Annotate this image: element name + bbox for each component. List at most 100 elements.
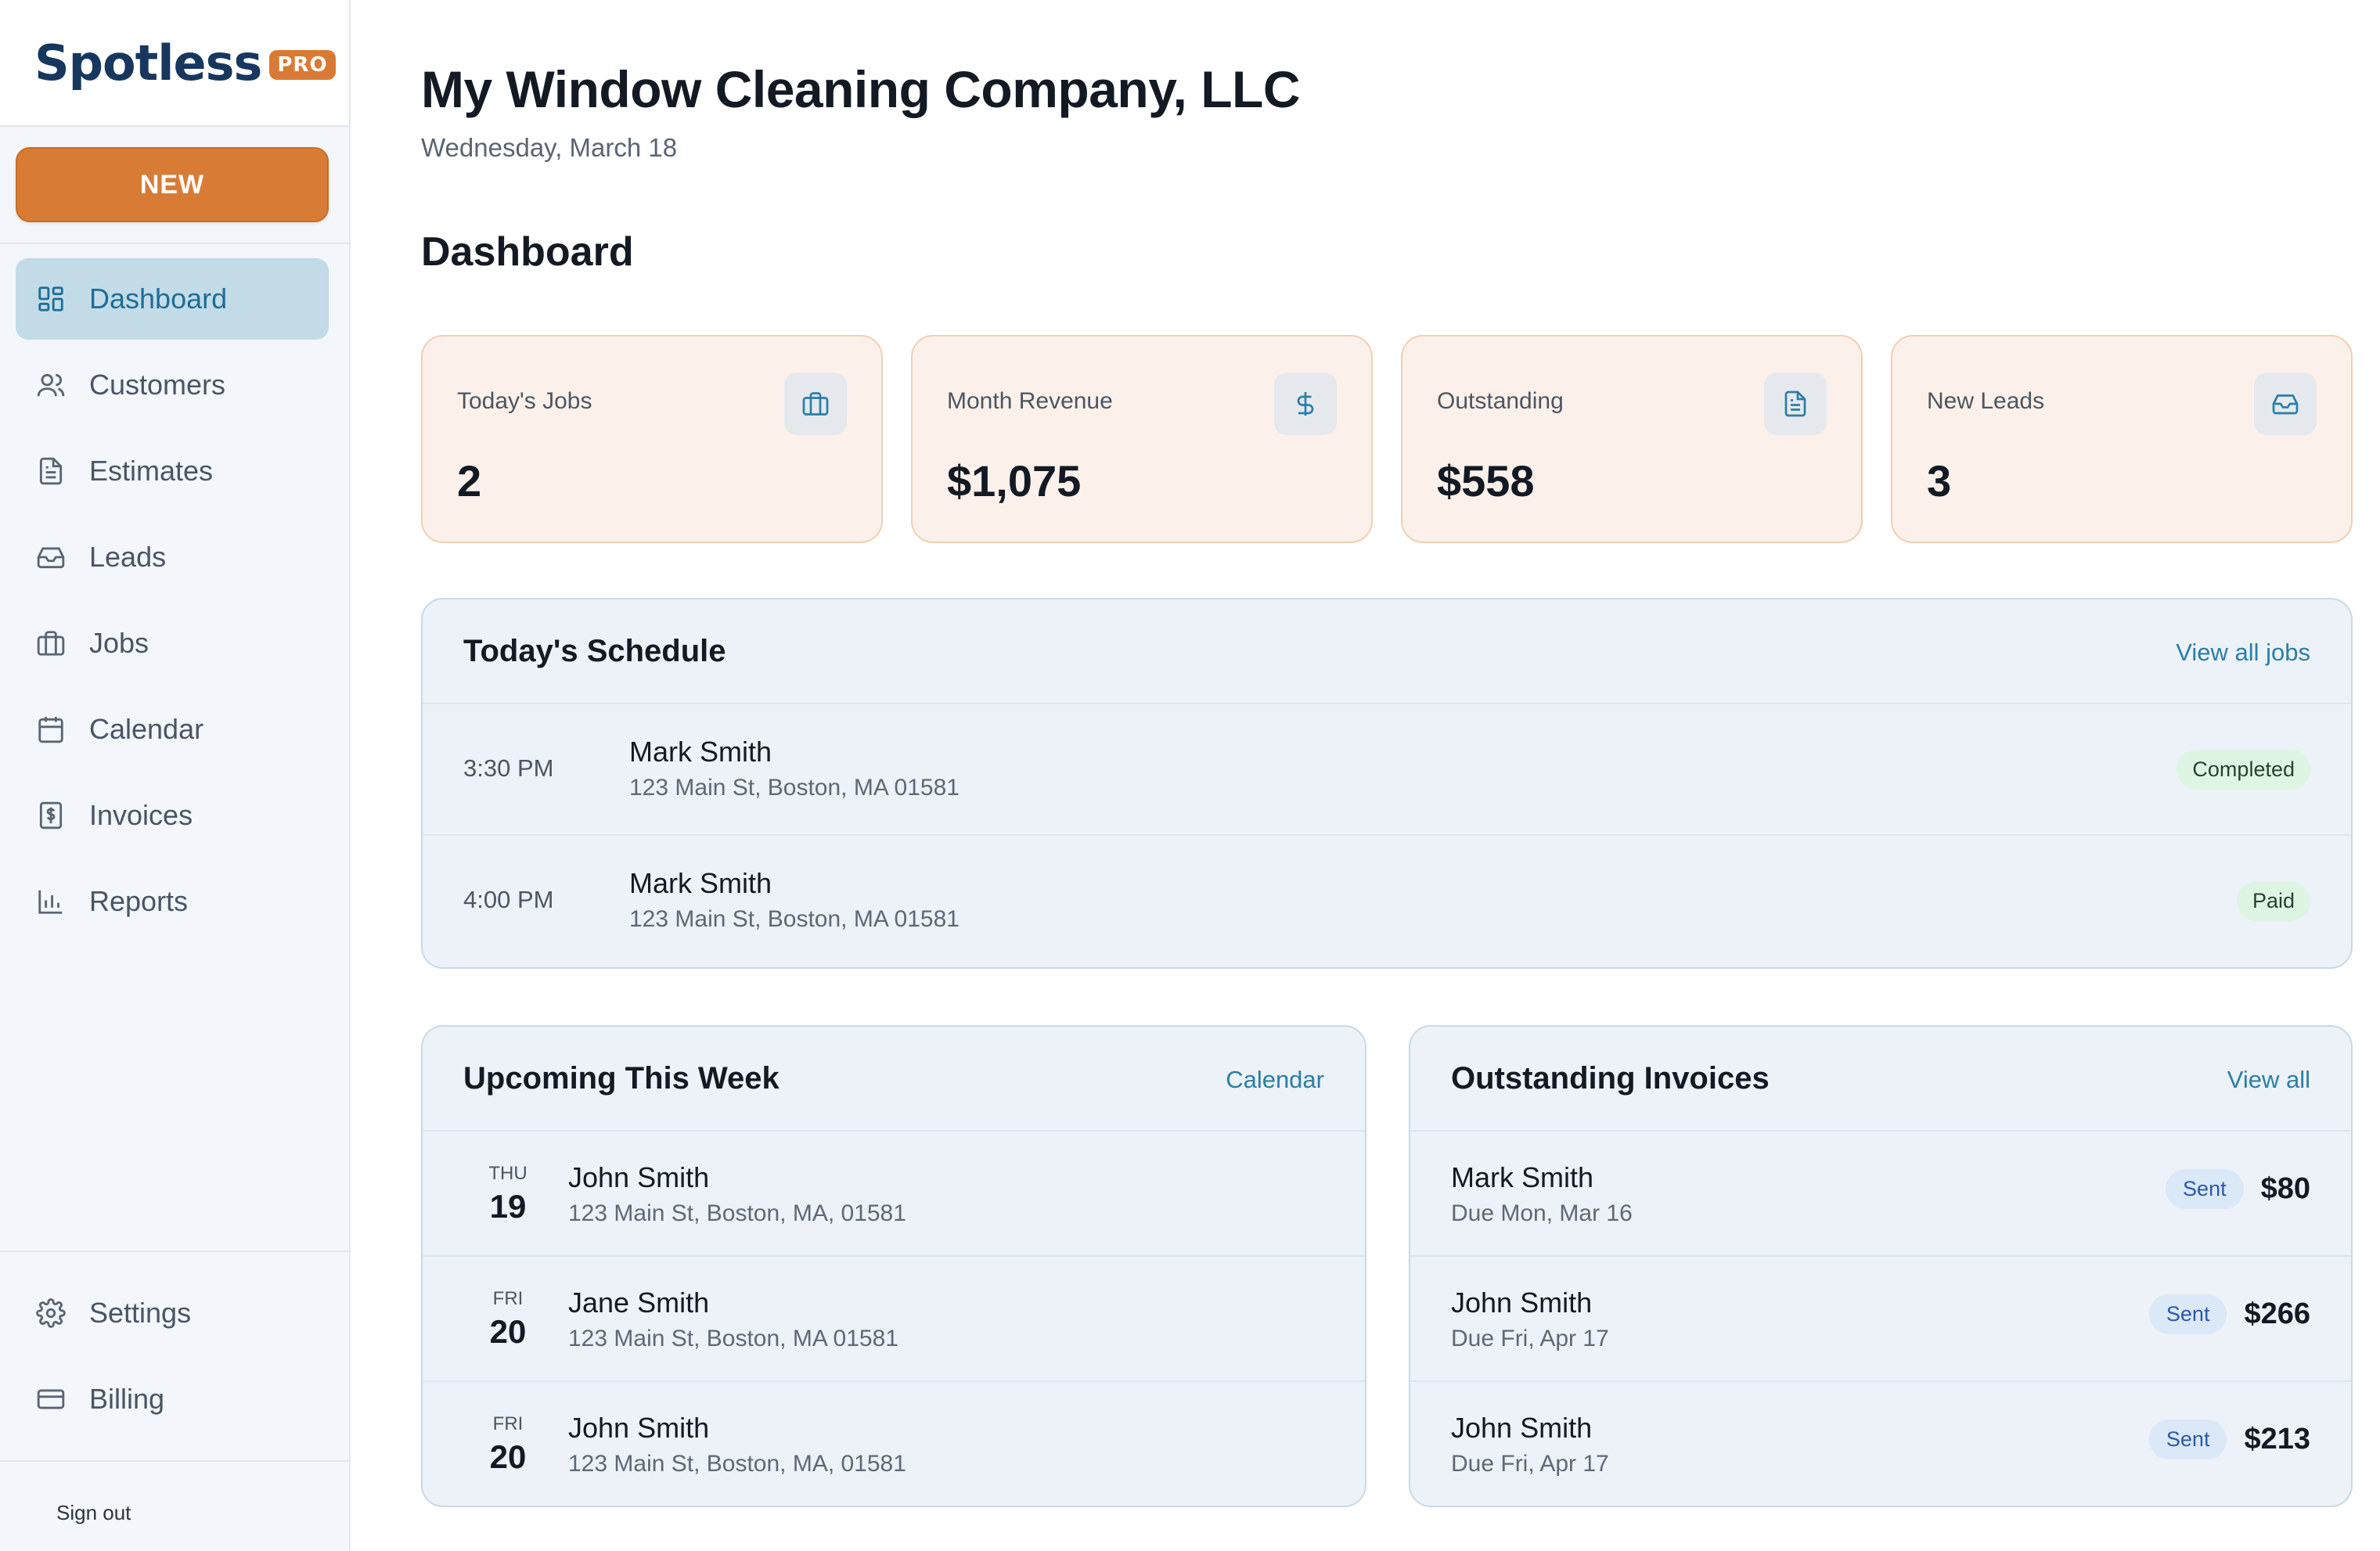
invoice-amount: $266 [2244, 1297, 2310, 1330]
customer-address: 123 Main St, Boston, MA, 01581 [568, 1200, 906, 1226]
sidebar-item-dashboard[interactable]: Dashboard [16, 258, 329, 340]
users-icon [36, 370, 66, 400]
sidebar-item-calendar[interactable]: Calendar [16, 689, 329, 770]
sidebar-item-label: Invoices [89, 799, 193, 831]
view-all-jobs-link[interactable]: View all jobs [2176, 639, 2310, 667]
gear-icon [36, 1298, 66, 1328]
sidebar-item-estimates[interactable]: Estimates [16, 430, 329, 512]
day-of-week: FRI [492, 1413, 524, 1434]
sidebar-item-label: Customers [89, 369, 226, 401]
pro-badge: PRO [269, 50, 336, 80]
invoice-summary: Sent $80 [2166, 1169, 2310, 1209]
logo[interactable]: Spotless PRO [0, 0, 349, 127]
current-date: Wednesday, March 18 [421, 133, 678, 162]
schedule-row[interactable]: 3:30 PM Mark Smith 123 Main St, Boston, … [423, 704, 2351, 836]
new-button[interactable]: NEW [16, 147, 329, 222]
stat-label: New Leads [1927, 388, 2045, 414]
bar-chart-icon [36, 887, 66, 916]
status-badge: Sent [2148, 1294, 2227, 1334]
outstanding-invoices-panel: Outstanding Invoices View all Mark Smith… [1409, 1025, 2353, 1507]
status-badge: Sent [2166, 1169, 2244, 1209]
briefcase-icon [36, 628, 66, 658]
sidebar-item-settings[interactable]: Settings [16, 1272, 335, 1354]
stat-label: Today's Jobs [457, 388, 592, 414]
day-number: 19 [489, 1188, 527, 1225]
calendar-icon [36, 714, 66, 744]
new-button-area: NEW [0, 127, 349, 244]
stat-card-month-revenue[interactable]: Month Revenue $1,075 [911, 335, 1373, 543]
todays-schedule-panel: Today's Schedule View all jobs 3:30 PM M… [421, 598, 2353, 969]
sidebar-item-billing[interactable]: Billing [16, 1358, 335, 1440]
stat-value: 2 [457, 456, 482, 506]
upcoming-row[interactable]: FRI 20 Jane Smith 123 Main St, Boston, M… [423, 1257, 1365, 1382]
due-date: Due Fri, Apr 17 [1451, 1451, 1609, 1477]
upcoming-week-panel: Upcoming This Week Calendar THU 19 John … [421, 1025, 1366, 1507]
stat-card-new-leads[interactable]: New Leads 3 [1891, 335, 2353, 543]
sidebar-nav: Dashboard Customers Estimates Leads Jobs [16, 258, 329, 947]
invoice-row[interactable]: John Smith Due Fri, Apr 17 Sent $266 [1410, 1257, 2351, 1382]
day-number: 20 [489, 1438, 527, 1475]
page-title: Dashboard [421, 229, 634, 275]
panel-title: Outstanding Invoices [1451, 1061, 1770, 1096]
customer-name: Mark Smith [1451, 1161, 1594, 1193]
sidebar-item-jobs[interactable]: Jobs [16, 603, 329, 684]
inbox-icon [2254, 372, 2317, 435]
document-icon [1764, 372, 1827, 435]
customer-name: Mark Smith [629, 736, 772, 768]
due-date: Due Mon, Mar 16 [1451, 1200, 1633, 1226]
job-time: 4:00 PM [463, 886, 554, 913]
invoice-amount: $80 [2260, 1172, 2310, 1205]
briefcase-icon [784, 372, 847, 435]
stat-value: $1,075 [947, 456, 1082, 506]
stat-label: Month Revenue [947, 388, 1113, 414]
sign-out-link[interactable]: Sign out [56, 1501, 131, 1525]
stat-card-outstanding[interactable]: Outstanding $558 [1401, 335, 1863, 543]
sidebar-item-leads[interactable]: Leads [16, 516, 329, 598]
sidebar-item-reports[interactable]: Reports [16, 861, 329, 942]
panel-header: Outstanding Invoices View all [1410, 1027, 2351, 1132]
sidebar-item-label: Leads [89, 541, 167, 573]
schedule-row[interactable]: 4:00 PM Mark Smith 123 Main St, Boston, … [423, 836, 2351, 967]
credit-card-icon [36, 1384, 66, 1414]
dollar-icon [1274, 372, 1337, 435]
day-number: 20 [489, 1313, 527, 1350]
sidebar-item-label: Calendar [89, 713, 204, 745]
day-of-week: THU [488, 1163, 527, 1184]
panel-header: Upcoming This Week Calendar [423, 1027, 1365, 1132]
sidebar-item-customers[interactable]: Customers [16, 344, 329, 426]
status-badge: Sent [2148, 1420, 2227, 1459]
sidebar-item-label: Estimates [89, 455, 214, 487]
invoice-summary: Sent $213 [2148, 1420, 2310, 1459]
sidebar-item-label: Reports [89, 885, 189, 917]
sidebar-item-invoices[interactable]: Invoices [16, 775, 329, 856]
stat-value: 3 [1927, 456, 1952, 506]
customer-address: 123 Main St, Boston, MA 01581 [629, 906, 960, 932]
customer-name: John Smith [568, 1161, 710, 1193]
customer-name: Mark Smith [629, 867, 772, 899]
sidebar-item-label: Jobs [89, 627, 149, 659]
upcoming-row[interactable]: FRI 20 John Smith 123 Main St, Boston, M… [423, 1382, 1365, 1506]
stat-card-todays-jobs[interactable]: Today's Jobs 2 [421, 335, 883, 543]
dashboard-icon [36, 284, 66, 314]
document-icon [36, 456, 66, 486]
panel-title: Today's Schedule [463, 634, 726, 668]
job-time: 3:30 PM [463, 754, 554, 782]
due-date: Due Fri, Apr 17 [1451, 1326, 1609, 1351]
sidebar-bottom-nav: Settings Billing [0, 1251, 351, 1445]
inbox-icon [36, 542, 66, 572]
customer-address: 123 Main St, Boston, MA 01581 [629, 775, 960, 801]
view-all-invoices-link[interactable]: View all [2227, 1066, 2310, 1094]
day-of-week: FRI [492, 1288, 524, 1309]
customer-address: 123 Main St, Boston, MA 01581 [568, 1326, 898, 1351]
sidebar-item-label: Settings [89, 1297, 192, 1329]
calendar-link[interactable]: Calendar [1226, 1066, 1324, 1094]
sidebar-divider [0, 1460, 351, 1462]
panel-header: Today's Schedule View all jobs [423, 599, 2351, 704]
logo-text: Spotless [34, 34, 262, 92]
invoice-row[interactable]: John Smith Due Fri, Apr 17 Sent $213 [1410, 1382, 2351, 1506]
sidebar: Spotless PRO NEW Dashboard Customers Est… [0, 0, 351, 1551]
stat-value: $558 [1437, 456, 1535, 506]
invoice-row[interactable]: Mark Smith Due Mon, Mar 16 Sent $80 [1410, 1132, 2351, 1257]
invoice-summary: Sent $266 [2148, 1294, 2310, 1334]
upcoming-row[interactable]: THU 19 John Smith 123 Main St, Boston, M… [423, 1132, 1365, 1257]
